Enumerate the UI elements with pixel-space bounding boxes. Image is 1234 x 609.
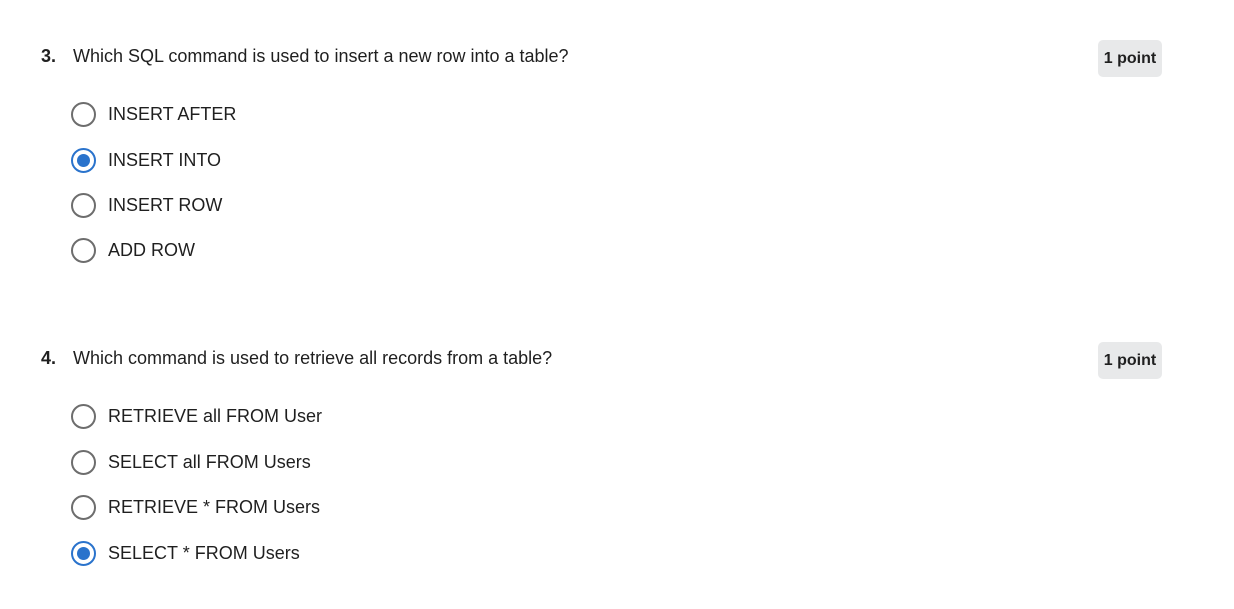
radio-button-selected[interactable] bbox=[71, 540, 96, 566]
radio-button[interactable] bbox=[71, 192, 96, 218]
question-number: 3. bbox=[41, 46, 57, 66]
option-add-row[interactable]: ADD ROW bbox=[71, 237, 195, 263]
option-select-all[interactable]: SELECT all FROM Users bbox=[71, 449, 311, 475]
option-insert-into[interactable]: INSERT INTO bbox=[71, 147, 221, 173]
option-label: INSERT ROW bbox=[108, 194, 223, 215]
option-label: INSERT INTO bbox=[108, 149, 222, 170]
points-badge: 1 point bbox=[1098, 342, 1162, 379]
option-label: ADD ROW bbox=[108, 239, 195, 260]
radio-button[interactable] bbox=[71, 403, 96, 429]
option-label: SELECT * FROM Users bbox=[108, 542, 300, 563]
question-text: Which SQL command is used to insert a ne… bbox=[73, 46, 569, 66]
radio-button[interactable] bbox=[71, 237, 96, 263]
option-select-star[interactable]: SELECT * FROM Users bbox=[71, 540, 300, 566]
question-text: Which command is used to retrieve all re… bbox=[73, 348, 553, 368]
option-retrieve-all[interactable]: RETRIEVE all FROM User bbox=[71, 403, 322, 429]
radio-button[interactable] bbox=[71, 449, 96, 475]
option-insert-row[interactable]: INSERT ROW bbox=[71, 192, 222, 218]
option-insert-after[interactable]: INSERT AFTER bbox=[71, 101, 236, 127]
option-retrieve-star[interactable]: RETRIEVE * FROM Users bbox=[71, 494, 320, 520]
question-number: 4. bbox=[41, 348, 57, 368]
radio-button[interactable] bbox=[71, 101, 96, 127]
radio-button[interactable] bbox=[71, 494, 96, 520]
option-label: SELECT all FROM Users bbox=[108, 451, 311, 472]
radio-button-selected[interactable] bbox=[71, 147, 96, 173]
option-label: INSERT AFTER bbox=[108, 103, 237, 124]
option-label: RETRIEVE all FROM User bbox=[108, 405, 323, 426]
option-label: RETRIEVE * FROM Users bbox=[108, 496, 321, 517]
points-badge: 1 point bbox=[1098, 40, 1162, 77]
